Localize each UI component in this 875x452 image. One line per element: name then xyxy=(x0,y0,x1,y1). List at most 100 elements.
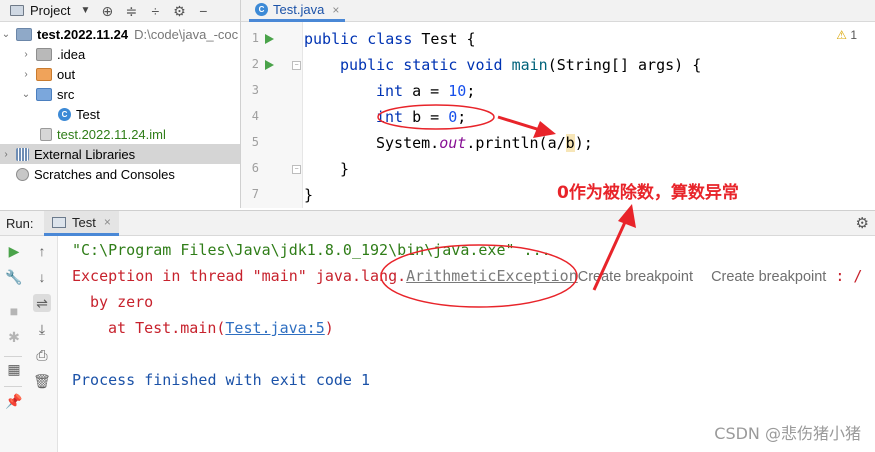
chevron-down-icon[interactable]: ⌄ xyxy=(20,89,32,100)
console-text: : / xyxy=(826,267,863,285)
java-class-icon: C xyxy=(58,107,71,121)
line-number: 7 xyxy=(251,187,259,201)
project-toolwindow-header: Project ▼ ⊕ ≑ ÷ ⚙ − xyxy=(0,0,240,22)
rerun-icon[interactable]: ▶ xyxy=(5,242,23,260)
create-breakpoint-hint[interactable]: Create breakpoint xyxy=(711,269,826,285)
toolbar-separator xyxy=(4,386,22,387)
close-icon[interactable]: × xyxy=(332,3,339,17)
chevron-right-icon[interactable]: › xyxy=(0,149,12,160)
code-method-name: main xyxy=(511,56,548,74)
exception-link[interactable]: ArithmeticException xyxy=(406,267,578,285)
editor-gutter: 1 2 3 4 5 6 7 − − xyxy=(241,22,303,208)
expand-all-icon[interactable]: ÷ xyxy=(148,4,162,18)
watermark: CSDN @悲伤猪小猪 xyxy=(714,424,861,443)
code-keyword: int xyxy=(376,108,404,126)
crosshair-icon[interactable]: ⊕ xyxy=(100,4,114,18)
code-keyword: int xyxy=(376,82,404,100)
code-line-5: System.out.println(a/b); xyxy=(376,130,593,156)
code-line-3: int a = 10; xyxy=(376,78,475,104)
close-icon[interactable]: × xyxy=(104,215,111,229)
trash-icon[interactable]: 🗑 xyxy=(33,372,51,390)
module-file-icon xyxy=(40,127,52,141)
tree-item-label: src xyxy=(57,86,75,102)
camera-icon[interactable]: ✱ xyxy=(5,328,23,346)
project-title: Project xyxy=(30,3,71,18)
collapse-all-icon[interactable]: ≑ xyxy=(124,4,138,18)
tab-label: Test.java xyxy=(273,2,325,17)
tree-item-label: Scratches and Consoles xyxy=(34,166,175,182)
run-tab-test[interactable]: Test × xyxy=(44,211,119,236)
stop-icon[interactable]: ■ xyxy=(5,302,23,320)
tree-item-label: test.2022.11.24.iml xyxy=(57,126,166,142)
chevron-down-icon[interactable]: ▼ xyxy=(80,5,90,16)
line-number: 5 xyxy=(251,135,259,149)
code-line-7: } xyxy=(304,182,313,208)
tree-item-scratches[interactable]: Scratches and Consoles xyxy=(0,164,240,184)
code-line-6: } xyxy=(340,156,349,182)
minimize-icon[interactable]: − xyxy=(196,4,210,18)
code-text: a = xyxy=(403,82,449,100)
stacktrace-link[interactable]: Test.java:5 xyxy=(225,319,324,337)
code-text: Test { xyxy=(412,30,476,48)
source-folder-icon xyxy=(36,87,52,101)
run-main-icon[interactable] xyxy=(265,60,274,70)
console-line-command: "C:\Program Files\Java\jdk1.8.0_192\bin\… xyxy=(72,241,551,259)
line-number: 4 xyxy=(251,109,259,123)
soft-wrap-icon[interactable]: ⇌ xyxy=(33,294,51,312)
code-line-1: public class Test { xyxy=(304,26,476,52)
code-text: .println(a/ xyxy=(466,134,566,152)
tree-item-idea[interactable]: › .idea xyxy=(0,44,240,64)
tree-item-external-libraries[interactable]: › External Libraries xyxy=(0,144,240,164)
warning-icon: ⚠ xyxy=(836,28,847,42)
code-number: 10 xyxy=(448,82,467,100)
code-text: ; xyxy=(457,108,467,126)
line-number: 1 xyxy=(251,31,259,45)
line-number: 6 xyxy=(251,161,259,175)
annotation-text: 0作为被除数，算数异常 xyxy=(557,183,739,203)
pin-icon[interactable]: 📌 xyxy=(5,392,23,410)
project-view-selector[interactable]: Project ▼ xyxy=(0,3,90,18)
code-number: 0 xyxy=(448,108,458,126)
scratches-icon xyxy=(16,167,29,181)
fold-icon[interactable]: − xyxy=(292,165,301,174)
tree-item-path: D:\code\java_-coc xyxy=(134,26,239,42)
tree-item-src[interactable]: ⌄ src xyxy=(0,84,240,104)
folder-icon xyxy=(36,47,52,61)
arrow-up-icon[interactable]: ↑ xyxy=(33,242,51,260)
chevron-down-icon[interactable]: ⌄ xyxy=(0,29,12,40)
layout-icon[interactable]: ▦ xyxy=(5,360,23,378)
gear-icon[interactable]: ⚙ xyxy=(856,214,869,232)
create-breakpoint-hint[interactable]: Create breakpoint xyxy=(578,269,693,285)
tab-test-java[interactable]: C Test.java × xyxy=(249,0,346,22)
fold-icon[interactable]: − xyxy=(292,61,301,70)
tree-item-label: External Libraries xyxy=(34,146,136,162)
scroll-to-end-icon[interactable]: ⤓ xyxy=(33,320,51,338)
line-number: 2 xyxy=(251,57,259,71)
library-icon xyxy=(16,147,29,161)
editor-tab-bar: C Test.java × xyxy=(241,0,875,22)
chevron-right-icon[interactable]: › xyxy=(20,49,32,60)
tree-item-out[interactable]: › out xyxy=(0,64,240,84)
arrow-down-icon[interactable]: ↓ xyxy=(33,268,51,286)
console-line-stack: at Test.main(Test.java:5) xyxy=(108,315,334,341)
run-label: Run: xyxy=(6,216,34,231)
console-text: Exception in thread "main" java.lang. xyxy=(72,267,407,285)
chevron-right-icon[interactable]: › xyxy=(20,69,32,80)
code-highlight: b xyxy=(565,134,575,152)
tree-item-test-class[interactable]: C Test xyxy=(0,104,240,124)
tree-item-project-root[interactable]: ⌄ test.2022.11.24 D:\code\java_-coc xyxy=(0,24,240,44)
output-folder-icon xyxy=(36,67,52,81)
code-keyword: public static void xyxy=(340,56,503,74)
code-static-field: out xyxy=(439,134,467,152)
toolbar-separator xyxy=(4,356,22,357)
code-text: ); xyxy=(574,134,593,152)
code-text: } xyxy=(304,186,314,204)
inspection-widget[interactable]: ⚠ 1 xyxy=(836,28,857,42)
warning-count: 1 xyxy=(850,28,857,42)
run-class-icon[interactable] xyxy=(265,34,274,44)
gear-icon[interactable]: ⚙ xyxy=(172,4,186,18)
print-icon[interactable]: ⎙ xyxy=(33,346,51,364)
wrench-icon[interactable]: 🔧 xyxy=(5,268,23,286)
tree-item-iml[interactable]: test.2022.11.24.iml xyxy=(0,124,240,144)
line-number: 3 xyxy=(251,83,259,97)
